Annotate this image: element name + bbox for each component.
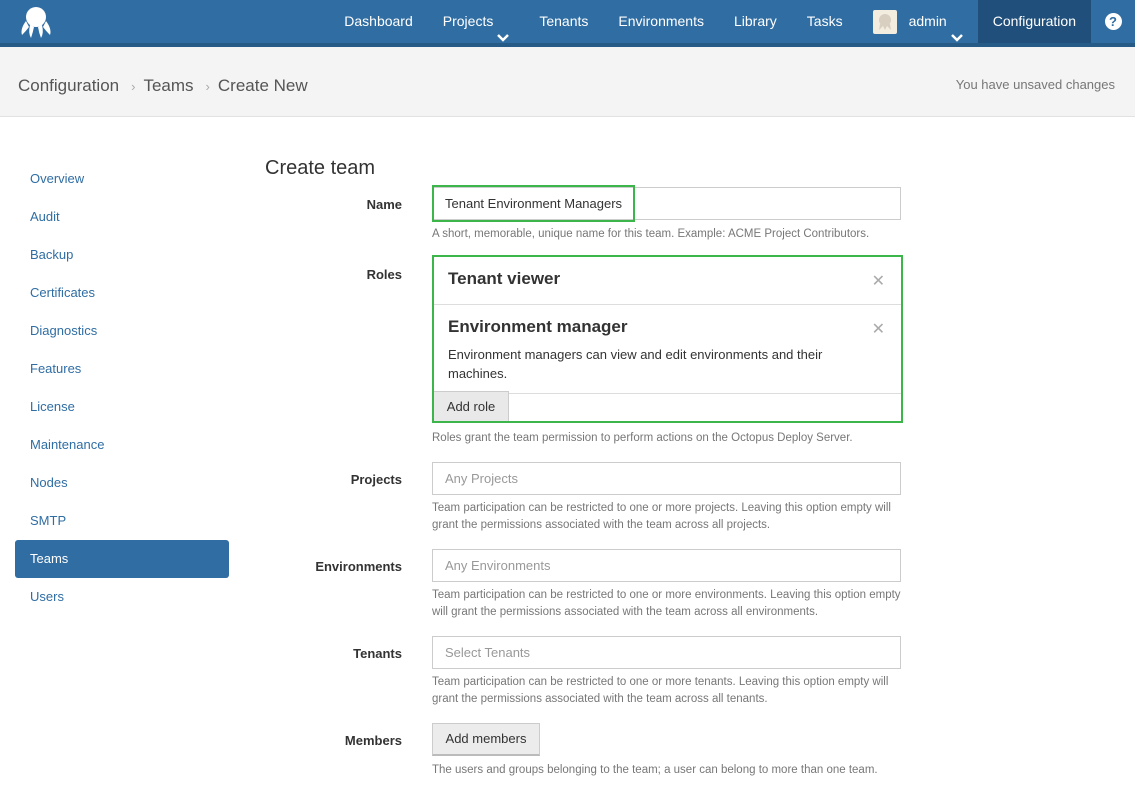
unsaved-changes-status: You have unsaved changes (955, 77, 1115, 92)
roles-list: Tenant viewer ✕ Environment manager Envi… (432, 255, 903, 423)
sidebar-item-audit[interactable]: Audit (15, 198, 229, 236)
nav-configuration[interactable]: Configuration (977, 0, 1091, 43)
environments-input[interactable] (432, 549, 901, 582)
breadcrumb: Configuration › Teams › Create New (18, 76, 308, 96)
sidebar-item-users[interactable]: Users (15, 578, 229, 616)
role-item: Tenant viewer ✕ (434, 257, 901, 305)
nav-library-label: Library (733, 13, 777, 29)
breadcrumb-teams[interactable]: Teams (143, 76, 193, 96)
roles-help-text: Roles grant the team permission to perfo… (432, 432, 853, 444)
nav-library[interactable]: Library (719, 0, 792, 43)
tenants-label: Tenants (353, 646, 402, 661)
octopus-logo-icon[interactable] (18, 5, 54, 39)
name-label: Name (366, 197, 402, 212)
sidebar-item-maintenance[interactable]: Maintenance (15, 426, 229, 464)
add-role-button[interactable]: Add role (434, 391, 509, 421)
sidebar-item-teams[interactable]: Teams (15, 540, 229, 578)
nav-user-menu[interactable]: admin (858, 0, 978, 43)
breadcrumb-separator-icon: › (205, 78, 210, 94)
chevron-down-icon (950, 17, 963, 42)
tenants-input[interactable] (432, 636, 901, 669)
role-title: Tenant viewer (448, 269, 561, 288)
role-title: Environment manager (448, 317, 628, 336)
user-name: admin (908, 13, 947, 29)
nav-tasks-label: Tasks (806, 13, 843, 29)
sidebar-item-license[interactable]: License (15, 388, 229, 426)
nav-projects[interactable]: Projects (428, 0, 525, 43)
environments-help-text: Team participation can be restricted to … (432, 589, 901, 618)
sidebar-item-overview[interactable]: Overview (15, 160, 229, 198)
projects-help-text: Team participation can be restricted to … (432, 502, 891, 531)
roles-label: Roles (366, 267, 402, 282)
nav-tenants[interactable]: Tenants (524, 0, 603, 43)
configuration-sidebar: Overview Audit Backup Certificates Diagn… (15, 160, 229, 616)
page-title: Create team (265, 157, 376, 179)
breadcrumb-current: Create New (217, 76, 308, 95)
sidebar-item-diagnostics[interactable]: Diagnostics (15, 312, 229, 350)
help-button[interactable]: ? (1091, 0, 1135, 43)
nav-tenants-label: Tenants (539, 13, 589, 29)
avatar (872, 9, 897, 34)
sidebar-item-certificates[interactable]: Certificates (15, 274, 229, 312)
nav-environments[interactable]: Environments (603, 0, 719, 43)
projects-input[interactable] (432, 462, 901, 495)
chevron-down-icon (497, 17, 510, 42)
close-icon[interactable]: ✕ (872, 319, 885, 339)
add-members-button[interactable]: Add members (432, 723, 540, 756)
main-nav: Dashboard Projects Tenants Environments … (329, 0, 1135, 43)
sidebar-item-backup[interactable]: Backup (15, 236, 229, 274)
environments-label: Environments (315, 559, 402, 574)
sidebar-item-smtp[interactable]: SMTP (15, 502, 229, 540)
nav-projects-label: Projects (442, 13, 494, 29)
breadcrumb-bar: Configuration › Teams › Create New You h… (0, 47, 1135, 117)
breadcrumb-separator-icon: › (131, 78, 136, 94)
members-help-text: The users and groups belonging to the te… (432, 764, 878, 776)
nav-environments-label: Environments (618, 13, 704, 29)
help-icon: ? (1104, 13, 1122, 30)
nav-configuration-label: Configuration (992, 13, 1076, 29)
nav-dashboard-label: Dashboard (344, 13, 413, 29)
sidebar-item-features[interactable]: Features (15, 350, 229, 388)
name-input[interactable] (432, 187, 901, 220)
tenants-help-text: Team participation can be restricted to … (432, 676, 889, 705)
projects-label: Projects (350, 472, 402, 487)
nav-tasks[interactable]: Tasks (792, 0, 858, 43)
sidebar-item-nodes[interactable]: Nodes (15, 464, 229, 502)
members-label: Members (344, 733, 402, 748)
nav-dashboard[interactable]: Dashboard (329, 0, 428, 43)
role-item: Environment manager Environment managers… (434, 305, 901, 394)
close-icon[interactable]: ✕ (872, 271, 885, 291)
role-description: Environment managers can view and edit e… (448, 347, 823, 381)
top-navigation-bar: Dashboard Projects Tenants Environments … (0, 0, 1135, 47)
breadcrumb-configuration[interactable]: Configuration (18, 76, 119, 96)
name-help-text: A short, memorable, unique name for this… (432, 228, 870, 240)
